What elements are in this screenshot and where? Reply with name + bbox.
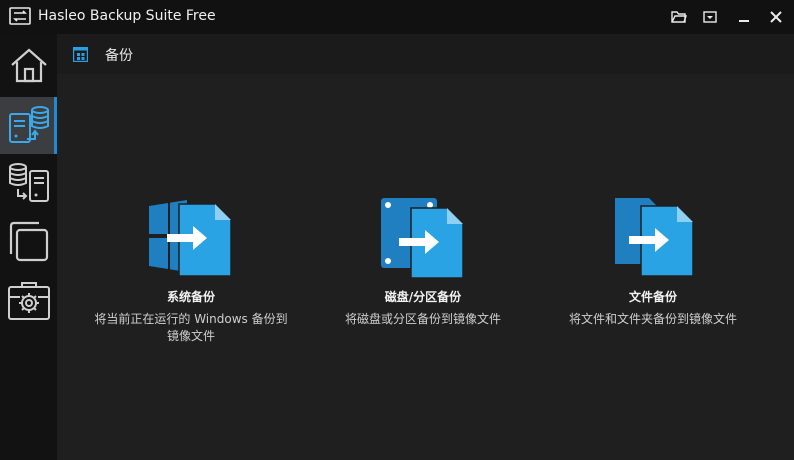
disk-partition-backup-desc-line1: 将磁盘或分区备份到镜像文件	[344, 312, 501, 326]
toolbox-icon	[6, 279, 52, 327]
system-backup-card[interactable]: 系统备份 将当前正在运行的 Windows 备份到 镜像文件	[91, 192, 291, 345]
sidebar-item-tools[interactable]	[0, 274, 57, 331]
window-title: Hasleo Backup Suite Free	[38, 8, 216, 24]
folder-open-icon[interactable]	[666, 4, 692, 30]
minimize-icon[interactable]	[731, 4, 757, 30]
file-backup-desc: 将文件和文件夹备份到镜像文件	[553, 311, 753, 328]
page-header: 备份	[57, 34, 794, 74]
app-logo-icon	[9, 7, 31, 27]
file-backup-title: 文件备份	[628, 290, 677, 304]
sidebar	[0, 34, 57, 460]
disk-backup-icon	[381, 198, 464, 279]
close-icon[interactable]	[763, 4, 789, 30]
sidebar-item-restore[interactable]	[0, 156, 57, 213]
page-title: 备份	[105, 48, 133, 64]
system-backup-desc-line2: 镜像文件	[166, 329, 215, 343]
windows-backup-icon	[149, 198, 232, 277]
clone-icon	[7, 220, 51, 268]
main-content: 系统备份 将当前正在运行的 Windows 备份到 镜像文件 磁盘/分区备份 将…	[57, 74, 794, 460]
sidebar-item-home[interactable]	[0, 38, 57, 95]
title-bar: Hasleo Backup Suite Free	[0, 0, 794, 34]
file-backup-desc-line1: 将文件和文件夹备份到镜像文件	[568, 312, 737, 326]
grid-icon	[72, 46, 89, 66]
restore-icon	[7, 161, 51, 209]
disk-partition-backup-title: 磁盘/分区备份	[384, 290, 462, 304]
system-backup-desc-line1: 将当前正在运行的 Windows 备份到	[94, 312, 288, 326]
system-backup-title: 系统备份	[166, 290, 215, 304]
home-icon	[8, 45, 50, 89]
disk-partition-backup-card[interactable]: 磁盘/分区备份 将磁盘或分区备份到镜像文件	[323, 192, 523, 328]
file-backup-icon	[615, 198, 694, 277]
dropdown-menu-icon[interactable]	[697, 4, 723, 30]
file-backup-card[interactable]: 文件备份 将文件和文件夹备份到镜像文件	[553, 192, 753, 328]
sidebar-item-clone[interactable]	[0, 215, 57, 272]
disk-partition-backup-desc: 将磁盘或分区备份到镜像文件	[323, 311, 523, 328]
sidebar-item-backup[interactable]	[0, 97, 57, 154]
system-backup-desc: 将当前正在运行的 Windows 备份到 镜像文件	[91, 311, 291, 345]
backup-icon	[7, 102, 51, 150]
